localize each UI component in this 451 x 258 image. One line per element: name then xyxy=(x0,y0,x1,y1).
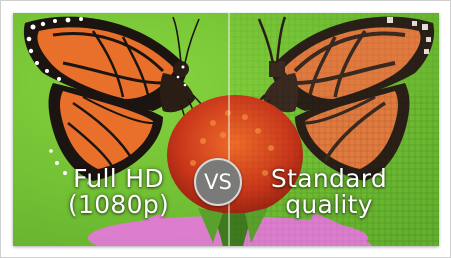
full-hd-label: Full HD (1080p) xyxy=(51,166,186,218)
full-hd-label-line2: (1080p) xyxy=(67,190,170,219)
full-hd-label-line1: Full HD xyxy=(73,164,164,193)
vs-badge: VS xyxy=(194,158,242,206)
standard-quality-label-line2: quality xyxy=(285,190,373,219)
standard-quality-label-line1: Standard xyxy=(270,164,388,193)
image-frame: Full HD (1080p) VS Standard quality xyxy=(0,0,451,258)
standard-quality-label: Standard quality xyxy=(259,166,399,218)
